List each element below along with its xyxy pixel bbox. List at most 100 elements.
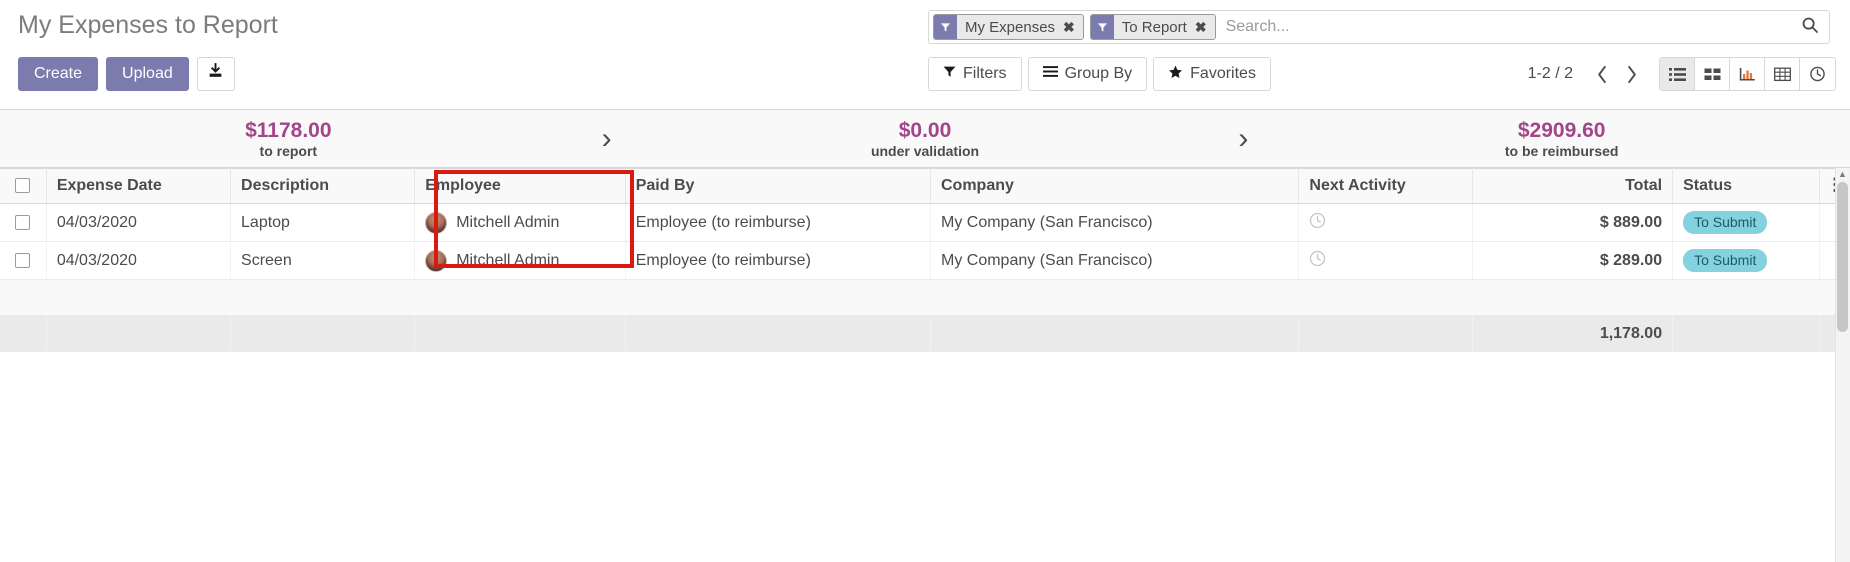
summary-amount: $2909.60 <box>1517 118 1606 142</box>
column-header-description[interactable]: Description <box>230 168 416 204</box>
pager-previous-button[interactable] <box>1587 57 1617 91</box>
cell-status: To Submit <box>1672 241 1821 280</box>
footer-blank <box>1298 315 1474 352</box>
facet-remove-icon[interactable]: ✖ <box>1061 15 1083 39</box>
view-switcher-graph-button[interactable] <box>1730 58 1765 90</box>
create-button[interactable]: Create <box>18 57 99 91</box>
funnel-icon <box>943 65 956 83</box>
footer-blank <box>930 315 1300 352</box>
download-tray-icon <box>207 63 224 85</box>
facet-my-expenses[interactable]: My Expenses ✖ <box>933 14 1084 40</box>
cell-description: Laptop <box>230 203 416 242</box>
import-button[interactable] <box>196 57 235 91</box>
footer-blank <box>0 315 47 352</box>
cell-employee: Mitchell Admin <box>414 203 626 242</box>
cell-status: To Submit <box>1672 203 1821 242</box>
pager-next-button[interactable] <box>1617 57 1647 91</box>
summary-label: to report <box>259 142 318 159</box>
table-row[interactable]: 04/03/2020 Laptop Mitchell Admin Employe… <box>0 203 1850 242</box>
chevron-right-icon <box>1628 65 1636 83</box>
summary-label: to be reimbursed <box>1504 142 1619 159</box>
footer-blank <box>1672 315 1821 352</box>
view-switcher-list-button[interactable] <box>1660 58 1695 90</box>
summary-amount: $0.00 <box>898 118 952 142</box>
filters-label: Filters <box>963 65 1007 82</box>
summary-to-report[interactable]: $1178.00 to report <box>0 118 577 160</box>
favorites-label: Favorites <box>1190 65 1256 82</box>
column-header-next-activity[interactable]: Next Activity <box>1298 168 1474 204</box>
summary-to-be-reimbursed[interactable]: $2909.60 to be reimbursed <box>1273 118 1850 160</box>
view-switcher-kanban-button[interactable] <box>1695 58 1730 90</box>
clock-icon <box>1310 212 1326 228</box>
summary-under-validation[interactable]: $0.00 under validation <box>637 118 1214 160</box>
row-select-cell <box>0 241 47 280</box>
favorites-dropdown-button[interactable]: Favorites <box>1153 57 1271 91</box>
star-icon <box>1168 65 1183 84</box>
search-button[interactable] <box>1793 12 1827 42</box>
list-icon <box>1668 67 1686 81</box>
column-header-expense-date[interactable]: Expense Date <box>46 168 232 204</box>
table-body: 04/03/2020 Laptop Mitchell Admin Employe… <box>0 203 1850 352</box>
table-empty-space <box>0 279 1850 316</box>
footer-blank <box>625 315 932 352</box>
bars-icon <box>1042 65 1058 83</box>
search-bar[interactable]: My Expenses ✖ To Report ✖ <box>928 10 1830 44</box>
table-grid-icon <box>1773 67 1791 81</box>
footer-total: 1,178.00 <box>1472 315 1674 352</box>
cell-paid-by: Employee (to reimburse) <box>625 241 932 280</box>
employee-name: Mitchell Admin <box>456 251 560 269</box>
search-dropdown-group: Filters Group By Favorites <box>928 57 1271 91</box>
expense-table: Expense Date Description Employee Paid B… <box>0 168 1850 352</box>
filter-funnel-icon <box>934 15 957 39</box>
breadcrumb: My Expenses to Report <box>18 10 278 40</box>
page-title: My Expenses to Report <box>18 11 278 39</box>
filter-funnel-icon <box>1090 15 1114 39</box>
facet-remove-icon[interactable]: ✖ <box>1192 15 1215 39</box>
cell-total: $ 889.00 <box>1472 203 1674 242</box>
cell-next-activity[interactable] <box>1298 203 1474 242</box>
cell-expense-date: 04/03/2020 <box>46 203 232 242</box>
pager-and-views: 1-2 / 2 <box>1528 57 1836 91</box>
column-header-total[interactable]: Total <box>1472 168 1674 204</box>
facet-to-report[interactable]: To Report ✖ <box>1089 14 1216 40</box>
clock-icon <box>1810 66 1825 82</box>
view-switcher <box>1659 57 1836 91</box>
column-header-status[interactable]: Status <box>1672 168 1821 204</box>
chevron-right-icon: › <box>601 121 612 155</box>
cell-paid-by: Employee (to reimburse) <box>625 203 932 242</box>
scroll-up-arrow-icon[interactable]: ▲ <box>1837 169 1848 179</box>
view-switcher-pivot-button[interactable] <box>1765 58 1800 90</box>
summary-label: under validation <box>870 142 980 159</box>
action-button-group: Create Upload <box>18 57 235 91</box>
user-avatar <box>425 211 448 234</box>
filters-dropdown-button[interactable]: Filters <box>928 57 1022 91</box>
cell-company: My Company (San Francisco) <box>930 203 1300 242</box>
row-checkbox[interactable] <box>15 252 31 268</box>
column-header-company[interactable]: Company <box>930 168 1300 204</box>
select-all-checkbox[interactable] <box>15 178 31 194</box>
empty-space-cell <box>0 279 1850 316</box>
column-header-employee[interactable]: Employee <box>414 168 626 204</box>
footer-blank <box>414 315 626 352</box>
summary-amount: $1178.00 <box>245 118 332 142</box>
search-icon <box>1801 16 1819 39</box>
cell-description: Screen <box>230 241 416 280</box>
facet-label: My Expenses <box>957 15 1062 39</box>
cell-company: My Company (San Francisco) <box>930 241 1300 280</box>
cell-next-activity[interactable] <box>1298 241 1474 280</box>
scrollbar-thumb[interactable] <box>1837 182 1848 332</box>
status-badge: To Submit <box>1683 211 1768 234</box>
vertical-scrollbar[interactable]: ▲ <box>1835 168 1850 562</box>
row-checkbox[interactable] <box>15 214 31 230</box>
expense-list-view: Expense Date Description Employee Paid B… <box>0 168 1850 562</box>
group-by-dropdown-button[interactable]: Group By <box>1027 57 1148 91</box>
view-switcher-activity-button[interactable] <box>1800 58 1835 90</box>
employee-name: Mitchell Admin <box>456 213 560 231</box>
search-input[interactable] <box>1215 17 1793 37</box>
table-row[interactable]: 04/03/2020 Screen Mitchell Admin Employe… <box>0 241 1850 280</box>
clock-icon <box>1310 250 1326 266</box>
table-footer-row: 1,178.00 <box>0 315 1850 352</box>
column-header-paid-by[interactable]: Paid By <box>625 168 932 204</box>
search-facets: My Expenses ✖ To Report ✖ <box>931 14 1216 40</box>
upload-button[interactable]: Upload <box>106 57 189 91</box>
